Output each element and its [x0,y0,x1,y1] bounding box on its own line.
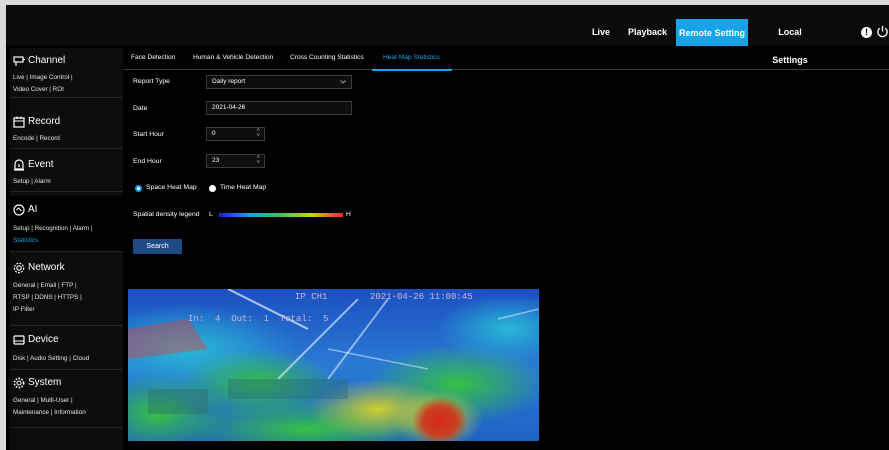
start-hour-stepper[interactable]: 0 ˄ ˅ [206,127,265,141]
sidebar-links-record[interactable]: Encode | Record [13,133,123,145]
sidebar-section-ai: AI Setup | Recognition | Alarm | Statist… [10,196,123,252]
sidebar-section-system: System General | Multi-User | Maintenanc… [10,370,123,428]
tab-human-vehicle-detection[interactable]: Human & Vehicle Detection [193,54,273,61]
network-icon [13,262,25,274]
sidebar-section-channel: Channel Live | Image Control | Video Cov… [10,48,123,98]
nav-remote-setting[interactable]: Remote Setting [676,19,748,46]
sidebar-links-device[interactable]: Disk | Audio Setting | Cloud [13,353,123,365]
sidebar-title-device[interactable]: Device [28,334,59,345]
sidebar-links-ai-1[interactable]: Setup | Recognition | Alarm | [13,223,123,235]
density-gradient-bar [219,213,343,217]
sidebar-title-event[interactable]: Event [28,159,54,170]
legend-low-label: L [209,211,213,218]
report-type-label: Report Type [133,78,170,85]
legend-high-label: H [346,211,351,218]
space-heat-map-radio[interactable] [135,185,142,192]
sidebar-links-channel-1[interactable]: Live | Image Control | [13,72,123,84]
sidebar-links-ai-2[interactable]: Statistics [13,235,123,247]
record-icon [13,116,25,128]
device-icon [13,335,25,345]
date-value: 2021-04-26 [212,104,246,111]
app-window: Live Playback Remote Setting Local Setti… [6,5,889,450]
system-icon [13,377,25,389]
nav-live[interactable]: Live [591,18,611,46]
event-icon [14,159,24,171]
sidebar-title-ai[interactable]: AI [28,204,37,215]
active-tab-indicator [372,69,452,71]
nav-local-settings[interactable]: Local Settings [760,18,820,65]
sidebar-section-record: Record Encode | Record [10,109,123,149]
start-hour-label: Start Hour [133,131,164,138]
heat-map-overlay [128,289,539,441]
nav-playback[interactable]: Playback [628,18,667,46]
date-label: Date [133,105,148,112]
legend-label: Spatial density legend [133,211,200,218]
sidebar: Channel Live | Image Control | Video Cov… [10,48,123,450]
camera-timestamp: 2021-04-26 11:00:45 [370,292,473,302]
camera-channel-label: IP CH1 [295,292,328,302]
report-type-select[interactable]: Daily report [206,75,352,89]
sidebar-title-record[interactable]: Record [28,116,60,127]
top-bar: Live Playback Remote Setting Local Setti… [6,5,889,65]
chevron-down-icon [340,80,346,84]
sidebar-section-event: Event Setup | Alarm [10,152,123,192]
end-hour-stepper[interactable]: 23 ˄ ˅ [206,154,265,168]
space-heat-map-label[interactable]: Space Heat Map [146,184,197,191]
start-hour-value: 0 [212,130,216,137]
tab-bar: Face Detection Human & Vehicle Detection… [123,48,889,70]
end-hour-label: End Hour [133,158,162,165]
report-type-value: Daily report [212,78,246,85]
stepper-arrows-icon[interactable]: ˄ ˅ [256,128,260,139]
tab-cross-counting-statistics[interactable]: Cross Counting Statistics [290,54,364,61]
sidebar-section-device: Device Disk | Audio Setting | Cloud [10,327,123,370]
sidebar-links-system-1[interactable]: General | Multi-User | [13,395,123,407]
alert-icon[interactable]: ! [861,27,872,38]
stepper-arrows-icon[interactable]: ˄ ˅ [256,155,260,166]
sidebar-links-network-2[interactable]: RTSP | DDNS | HTTPS | [13,292,123,304]
sidebar-link-statistics[interactable]: Statistics [13,237,38,244]
sidebar-title-network[interactable]: Network [28,262,65,273]
time-heat-map-label[interactable]: Time Heat Map [220,184,266,191]
sidebar-links-network-3[interactable]: IP Filter [13,304,123,316]
sidebar-title-system[interactable]: System [28,377,61,388]
ai-icon [13,204,25,216]
heat-map-image: IP CH1 2021-04-26 11:00:45 In: 4 Out: 1 … [128,289,539,441]
channel-icon [13,56,25,66]
tab-face-detection[interactable]: Face Detection [131,54,175,61]
sidebar-title-channel[interactable]: Channel [28,55,65,66]
sidebar-links-system-2[interactable]: Maintenance | Information [13,407,123,419]
camera-people-counter: In: 4 Out: 1 Total: 5 [188,314,329,324]
tab-heat-map-statistics[interactable]: Heat Map Statistics [383,54,440,61]
end-hour-value: 23 [212,157,220,164]
power-icon[interactable] [876,25,889,38]
search-button[interactable]: Search [133,239,182,254]
time-heat-map-radio[interactable] [209,185,216,192]
sidebar-links-network-1[interactable]: General | Email | FTP | [13,280,123,292]
date-field[interactable]: 2021-04-26 [206,101,352,115]
sidebar-section-network: Network General | Email | FTP | RTSP | D… [10,254,123,326]
sidebar-links-event[interactable]: Setup | Alarm [13,176,123,188]
sidebar-links-channel-2[interactable]: Video Cover | ROI [13,84,123,96]
